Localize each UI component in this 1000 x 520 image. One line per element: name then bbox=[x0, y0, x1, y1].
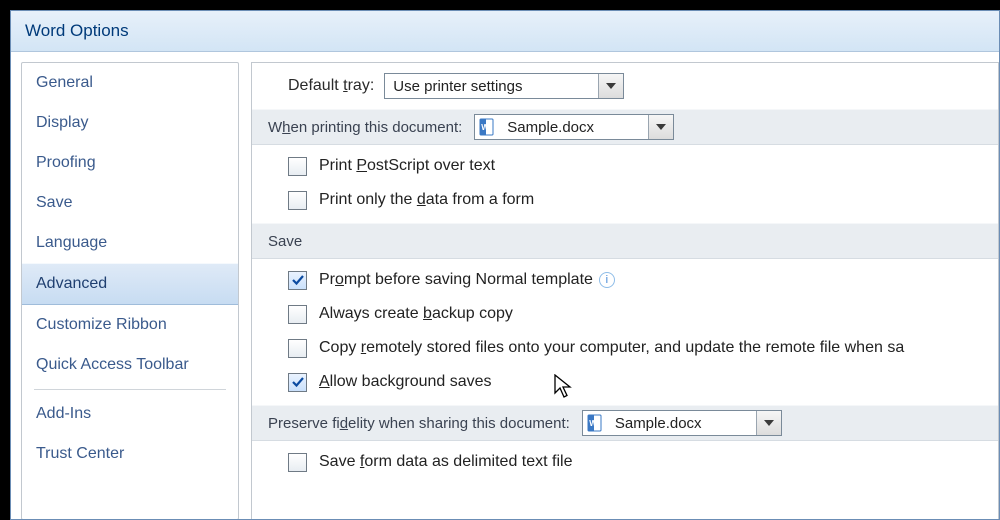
info-icon[interactable]: i bbox=[599, 272, 615, 288]
chevron-down-icon bbox=[598, 74, 623, 98]
check-label: Prompt before saving Normal template bbox=[319, 271, 593, 289]
sidebar-item-label: Display bbox=[36, 114, 88, 132]
svg-text:W: W bbox=[589, 419, 597, 428]
check-label: Copy remotely stored files onto your com… bbox=[319, 339, 904, 357]
check-label: Print only the data from a form bbox=[319, 191, 534, 209]
sidebar-item-general[interactable]: General bbox=[22, 63, 238, 103]
check-print-only-data[interactable]: Print only the data from a form bbox=[252, 183, 998, 217]
checkbox-icon bbox=[288, 191, 307, 210]
sidebar-item-label: Quick Access Toolbar bbox=[36, 356, 189, 374]
check-label: Allow background saves bbox=[319, 373, 492, 391]
sidebar-item-label: Customize Ribbon bbox=[36, 316, 167, 334]
sidebar-item-label: Proofing bbox=[36, 154, 96, 172]
word-doc-icon: W bbox=[583, 411, 607, 435]
word-doc-icon: W bbox=[475, 115, 499, 139]
checkbox-icon bbox=[288, 305, 307, 324]
chevron-down-icon bbox=[648, 115, 673, 139]
select-value: Sample.docx bbox=[499, 119, 635, 136]
sidebar-item-save[interactable]: Save bbox=[22, 183, 238, 223]
check-prompt-normal-template[interactable]: Prompt before saving Normal template i bbox=[252, 263, 998, 297]
sidebar-item-label: Trust Center bbox=[36, 445, 124, 463]
check-allow-background-saves[interactable]: Allow background saves bbox=[252, 365, 998, 399]
sidebar-item-label: Advanced bbox=[36, 275, 107, 293]
sidebar-item-label: General bbox=[36, 74, 93, 92]
sidebar-item-quick-access-toolbar[interactable]: Quick Access Toolbar bbox=[22, 345, 238, 385]
dialog-body: General Display Proofing Save Language A… bbox=[11, 52, 999, 520]
checkbox-icon bbox=[288, 339, 307, 358]
sidebar-item-add-ins[interactable]: Add-Ins bbox=[22, 394, 238, 434]
section-when-printing: When printing this document: W Sample.do… bbox=[252, 109, 998, 145]
check-label: Save form data as delimited text file bbox=[319, 453, 572, 471]
checkbox-icon bbox=[288, 373, 307, 392]
sidebar-item-proofing[interactable]: Proofing bbox=[22, 143, 238, 183]
svg-text:W: W bbox=[481, 123, 489, 132]
sidebar-item-trust-center[interactable]: Trust Center bbox=[22, 434, 238, 474]
sidebar-item-display[interactable]: Display bbox=[22, 103, 238, 143]
default-tray-row: Default tray: Use printer settings bbox=[252, 69, 998, 103]
category-sidebar: General Display Proofing Save Language A… bbox=[21, 62, 239, 520]
check-label: Always create backup copy bbox=[319, 305, 513, 323]
window-title: Word Options bbox=[25, 21, 129, 41]
sidebar-item-language[interactable]: Language bbox=[22, 223, 238, 263]
preserve-fidelity-doc-select[interactable]: W Sample.docx bbox=[582, 410, 782, 436]
word-options-dialog: Word Options General Display Proofing Sa… bbox=[10, 10, 1000, 520]
check-always-backup[interactable]: Always create backup copy bbox=[252, 297, 998, 331]
default-tray-select[interactable]: Use printer settings bbox=[384, 73, 624, 99]
sidebar-item-label: Save bbox=[36, 194, 72, 212]
section-title: Preserve fidelity when sharing this docu… bbox=[268, 415, 570, 432]
section-save: Save bbox=[252, 223, 998, 259]
chevron-down-icon bbox=[756, 411, 781, 435]
select-value: Sample.docx bbox=[607, 415, 743, 432]
check-save-form-data[interactable]: Save form data as delimited text file bbox=[252, 445, 998, 479]
section-title: When printing this document: bbox=[268, 119, 462, 136]
checkbox-icon bbox=[288, 271, 307, 290]
select-value: Use printer settings bbox=[385, 78, 530, 95]
sidebar-item-label: Language bbox=[36, 234, 107, 252]
checkbox-icon bbox=[288, 453, 307, 472]
sidebar-item-customize-ribbon[interactable]: Customize Ribbon bbox=[22, 305, 238, 345]
sidebar-item-label: Add-Ins bbox=[36, 405, 91, 423]
default-tray-label: Default tray: bbox=[288, 77, 374, 95]
titlebar: Word Options bbox=[11, 11, 999, 52]
when-printing-doc-select[interactable]: W Sample.docx bbox=[474, 114, 674, 140]
options-panel: Default tray: Use printer settings When … bbox=[251, 62, 999, 520]
section-preserve-fidelity: Preserve fidelity when sharing this docu… bbox=[252, 405, 998, 441]
check-label: Print PostScript over text bbox=[319, 157, 495, 175]
checkbox-icon bbox=[288, 157, 307, 176]
sidebar-separator bbox=[34, 389, 226, 390]
check-print-postscript[interactable]: Print PostScript over text bbox=[252, 149, 998, 183]
section-title: Save bbox=[268, 233, 302, 250]
sidebar-item-advanced[interactable]: Advanced bbox=[22, 263, 238, 305]
check-copy-remotely[interactable]: Copy remotely stored files onto your com… bbox=[252, 331, 998, 365]
